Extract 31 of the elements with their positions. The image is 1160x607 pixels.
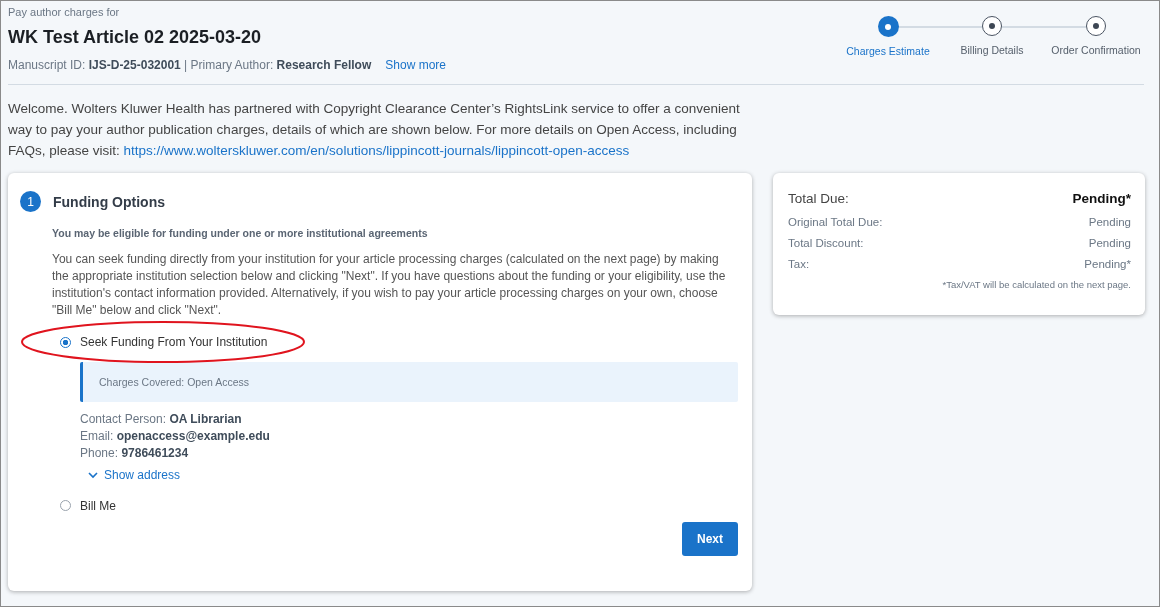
step-label[interactable]: Charges Estimate: [846, 45, 930, 57]
chevron-down-icon: [88, 471, 98, 479]
step-number-badge: 1: [20, 191, 41, 212]
contact-line: Email: openaccess@example.edu: [80, 428, 271, 445]
summary-value: Pending*: [1084, 258, 1131, 270]
show-more-link[interactable]: Show more: [385, 58, 446, 72]
contact-line: Phone: 9786461234: [80, 445, 190, 462]
funding-description: You can seek funding directly from your institution for your article processing charges (calculated on the next page) by making the appropriate institution selection below and clicking "Next". If you have questions about the funding or your eligibility, use the institution's contact information provided. Alternatively, if you wish to pay your article processing charges on your own, choose "Bill Me" below and click "Next".: [52, 251, 727, 319]
open-access-link[interactable]: https://www.wolterskluwer.com/en/solutions/lippincott-journals/lippincott-open-access: [123, 143, 630, 158]
tax-note: *Tax/VAT will be calculated on the next page.: [941, 279, 1131, 290]
step-label[interactable]: Order Confirmation: [1051, 44, 1141, 56]
funding-title: Funding Options: [53, 193, 165, 210]
option-label[interactable]: Bill Me: [80, 498, 116, 513]
summary-value: Pending: [1088, 237, 1131, 249]
summary-label: Total Due:: [788, 191, 849, 206]
show-address-link[interactable]: Show address: [88, 468, 181, 482]
step-label[interactable]: Billing Details: [960, 44, 1024, 56]
welcome-text: Welcome. Wolters Kluwer Health has partnered with Copyright Clearance Center’s RightsLink service to offer a convenient way to pay your author publication charges, details of which are shown below. For more details on Open Access, including FAQs, please visit: https://www.wolterskluwer.com/en/solutions/lippincott-journals/lippincott-open-access: [8, 100, 741, 160]
summary-label: Total Discount:: [788, 237, 864, 249]
radio-button[interactable]: [60, 336, 71, 348]
funding-subtitle: You may be eligible for funding under one or more institutional agreements: [52, 227, 429, 239]
summary-value: Pending: [1088, 216, 1131, 228]
manuscript-info: Manuscript ID: IJS-D-25-032001 | Primary Author: Research Fellow: [8, 58, 372, 72]
next-button[interactable]: Next: [682, 521, 738, 556]
page-eyebrow: Pay author charges for: [8, 6, 121, 18]
summary-value: Pending*: [1072, 191, 1131, 206]
charges-notice: Charges Covered: Open Access: [80, 362, 738, 402]
contact-line: Contact Person: OA Librarian: [80, 411, 243, 428]
summary-label: Original Total Due:: [788, 216, 883, 228]
article-title: WK Test Article 02 2025-03-20: [8, 27, 263, 48]
summary-label: Tax:: [788, 258, 810, 270]
